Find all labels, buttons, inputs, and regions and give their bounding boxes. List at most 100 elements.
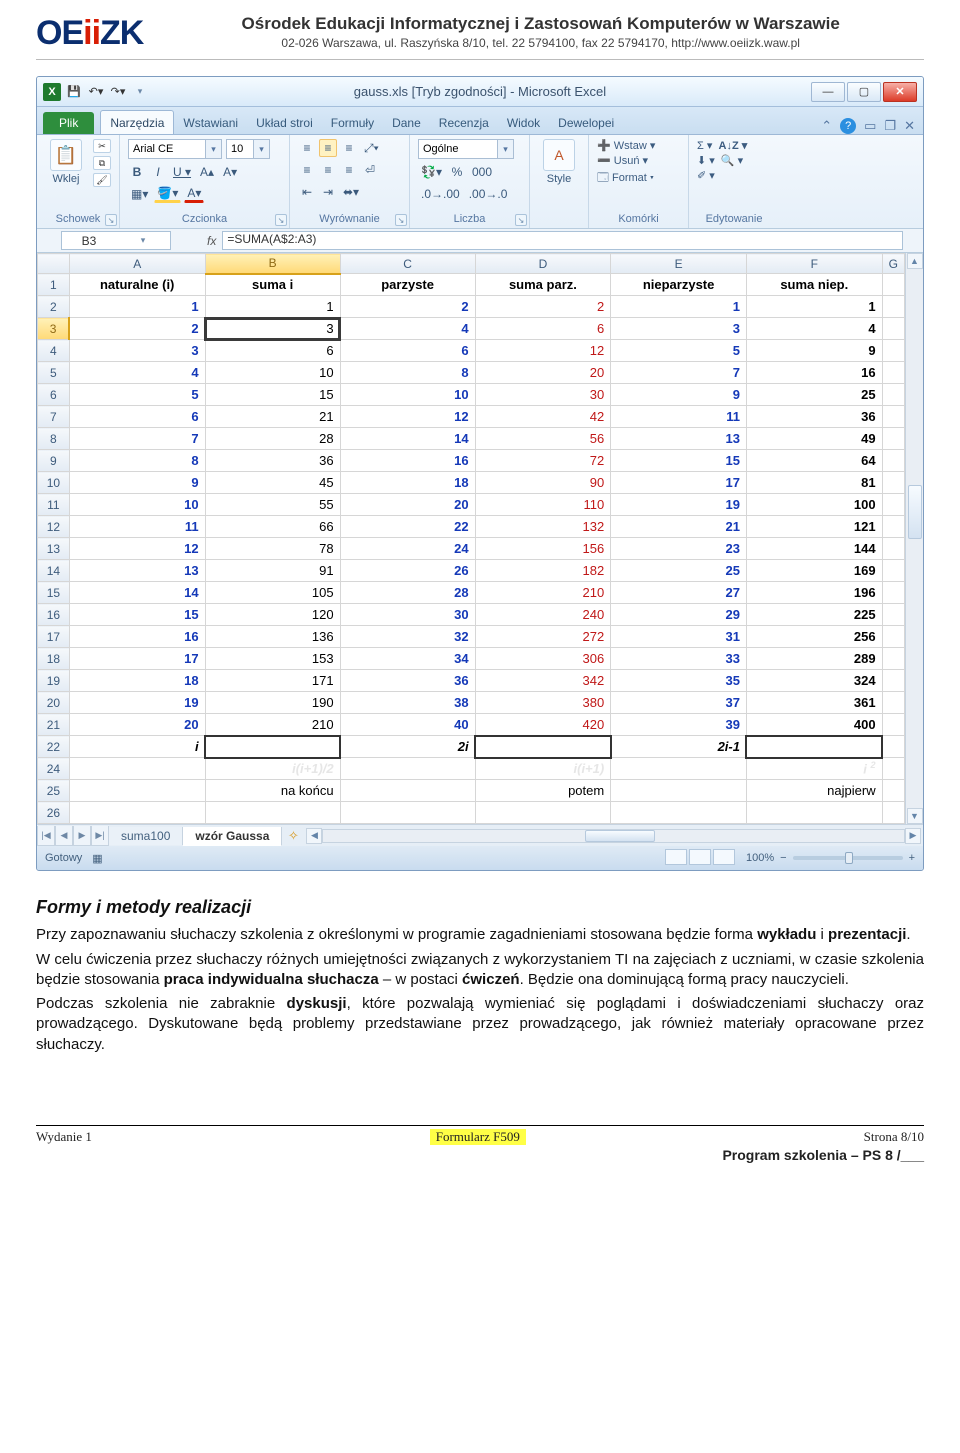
macro-record-icon[interactable]: ▦ — [92, 852, 102, 865]
autosum-button[interactable]: Σ ▾ A↓Z ▾ — [697, 139, 747, 152]
prev-sheet-icon[interactable]: ◀ — [55, 826, 73, 846]
cell[interactable]: 2 — [69, 318, 205, 340]
name-box[interactable]: B3 ▾ — [61, 231, 171, 250]
row-header[interactable]: 10 — [38, 472, 70, 494]
format-cells-button[interactable]: 🗔 Format ▾ — [597, 169, 655, 188]
zoom-slider[interactable] — [793, 856, 903, 860]
next-sheet-icon[interactable]: ▶ — [73, 826, 91, 846]
wrap-text-icon[interactable]: ⏎ — [361, 161, 379, 179]
row-header[interactable]: 13 — [38, 538, 70, 560]
cell[interactable]: 45 — [205, 472, 340, 494]
cell[interactable]: 1 — [69, 296, 205, 318]
cell[interactable]: 40 — [340, 714, 475, 736]
cell[interactable]: 12 — [340, 406, 475, 428]
sheet-tab[interactable]: suma100 — [109, 827, 183, 845]
cell[interactable]: 6 — [340, 340, 475, 362]
row-header[interactable]: 8 — [38, 428, 70, 450]
cell[interactable] — [340, 780, 475, 802]
cell[interactable]: 169 — [746, 560, 882, 582]
font-size-input[interactable] — [226, 139, 254, 159]
undo-icon[interactable]: ↶▾ — [87, 83, 105, 101]
scroll-up-icon[interactable]: ▲ — [907, 253, 923, 269]
cell[interactable]: 3 — [205, 318, 340, 340]
cell[interactable]: 21 — [205, 406, 340, 428]
ribbon-tab-insert[interactable]: Wstawiani — [174, 111, 247, 134]
find-select-icon[interactable]: 🔍 ▾ — [721, 155, 743, 167]
cell[interactable]: 30 — [475, 384, 611, 406]
cell[interactable]: 29 — [611, 604, 747, 626]
cell[interactable]: 3 — [69, 340, 205, 362]
cell[interactable]: 400 — [746, 714, 882, 736]
row-header[interactable]: 14 — [38, 560, 70, 582]
copy-icon[interactable]: ⧉ — [93, 156, 111, 170]
cell[interactable]: 26 — [340, 560, 475, 582]
dialog-launcher-icon[interactable]: ↘ — [515, 214, 527, 226]
cell[interactable] — [611, 780, 747, 802]
cell[interactable] — [69, 758, 205, 780]
cell[interactable]: 4 — [340, 318, 475, 340]
cell[interactable]: 15 — [69, 604, 205, 626]
cell[interactable]: 28 — [205, 428, 340, 450]
grow-font-icon[interactable]: A▴ — [197, 163, 217, 181]
cell[interactable]: 20 — [69, 714, 205, 736]
row-header[interactable]: 15 — [38, 582, 70, 604]
zoom-level[interactable]: 100% — [746, 852, 774, 864]
ribbon-tab-review[interactable]: Recenzja — [430, 111, 498, 134]
cell[interactable]: 11 — [611, 406, 747, 428]
new-sheet-icon[interactable]: ✧ — [282, 828, 304, 844]
horizontal-scrollbar[interactable]: ◀ ▶ — [304, 828, 923, 844]
cell[interactable]: 5 — [611, 340, 747, 362]
align-middle-icon[interactable]: ≡ — [319, 139, 337, 157]
cell[interactable]: 32 — [340, 626, 475, 648]
formula-input[interactable]: =SUMA(A$2:A3) — [222, 231, 903, 250]
row-header[interactable]: 6 — [38, 384, 70, 406]
cell[interactable]: 121 — [746, 516, 882, 538]
cell[interactable]: 39 — [611, 714, 747, 736]
row-header[interactable]: 4 — [38, 340, 70, 362]
chevron-down-icon[interactable]: ▾ — [254, 139, 270, 159]
sort-filter-icon[interactable]: A↓Z ▾ — [719, 140, 748, 152]
col-header[interactable]: C — [340, 254, 475, 274]
first-sheet-icon[interactable]: |◀ — [37, 826, 55, 846]
maximize-button[interactable]: ▢ — [847, 82, 881, 102]
cell[interactable]: 18 — [340, 472, 475, 494]
insert-cells-button[interactable]: ➕ Wstaw ▾ — [597, 139, 655, 152]
cell[interactable]: 64 — [746, 450, 882, 472]
cell[interactable]: 182 — [475, 560, 611, 582]
cell[interactable]: 272 — [475, 626, 611, 648]
cell[interactable]: 24 — [340, 538, 475, 560]
number-format-input[interactable] — [418, 139, 498, 159]
row-header[interactable]: 1 — [38, 274, 70, 296]
cell[interactable]: 17 — [69, 648, 205, 670]
inner-close-icon[interactable]: ✕ — [904, 118, 915, 134]
cell[interactable]: 256 — [746, 626, 882, 648]
data-header-cell[interactable]: suma parz. — [475, 274, 611, 296]
decrease-decimal-icon[interactable]: .00→.0 — [466, 185, 511, 203]
redo-icon[interactable]: ↷▾ — [109, 83, 127, 101]
cell[interactable]: 30 — [340, 604, 475, 626]
cell[interactable]: 225 — [746, 604, 882, 626]
cell[interactable]: 196 — [746, 582, 882, 604]
cell[interactable]: 10 — [69, 494, 205, 516]
shrink-font-icon[interactable]: A▾ — [220, 163, 240, 181]
cell[interactable]: 14 — [69, 582, 205, 604]
cell[interactable]: 10 — [340, 384, 475, 406]
cell[interactable]: 156 — [475, 538, 611, 560]
ribbon-tab-developer[interactable]: Dewelopei — [549, 111, 623, 134]
cell[interactable]: 56 — [475, 428, 611, 450]
cell[interactable]: potem — [475, 780, 611, 802]
cell[interactable]: 13 — [69, 560, 205, 582]
sheet-tab-active[interactable]: wzór Gaussa — [183, 827, 282, 846]
cell[interactable] — [340, 758, 475, 780]
cell[interactable]: 4 — [746, 318, 882, 340]
ribbon-tab-data[interactable]: Dane — [383, 111, 430, 134]
cell[interactable]: 2 — [475, 296, 611, 318]
font-color-icon[interactable]: A▾ — [184, 185, 204, 203]
cell[interactable]: i(i+1)/2 — [205, 758, 340, 780]
underline-button[interactable]: U ▾ — [170, 163, 194, 181]
comma-style-icon[interactable]: 000 — [469, 163, 495, 181]
align-top-icon[interactable]: ≡ — [298, 139, 316, 157]
cell[interactable]: 18 — [69, 670, 205, 692]
scrollbar-thumb[interactable] — [908, 485, 922, 539]
cell[interactable]: 55 — [205, 494, 340, 516]
